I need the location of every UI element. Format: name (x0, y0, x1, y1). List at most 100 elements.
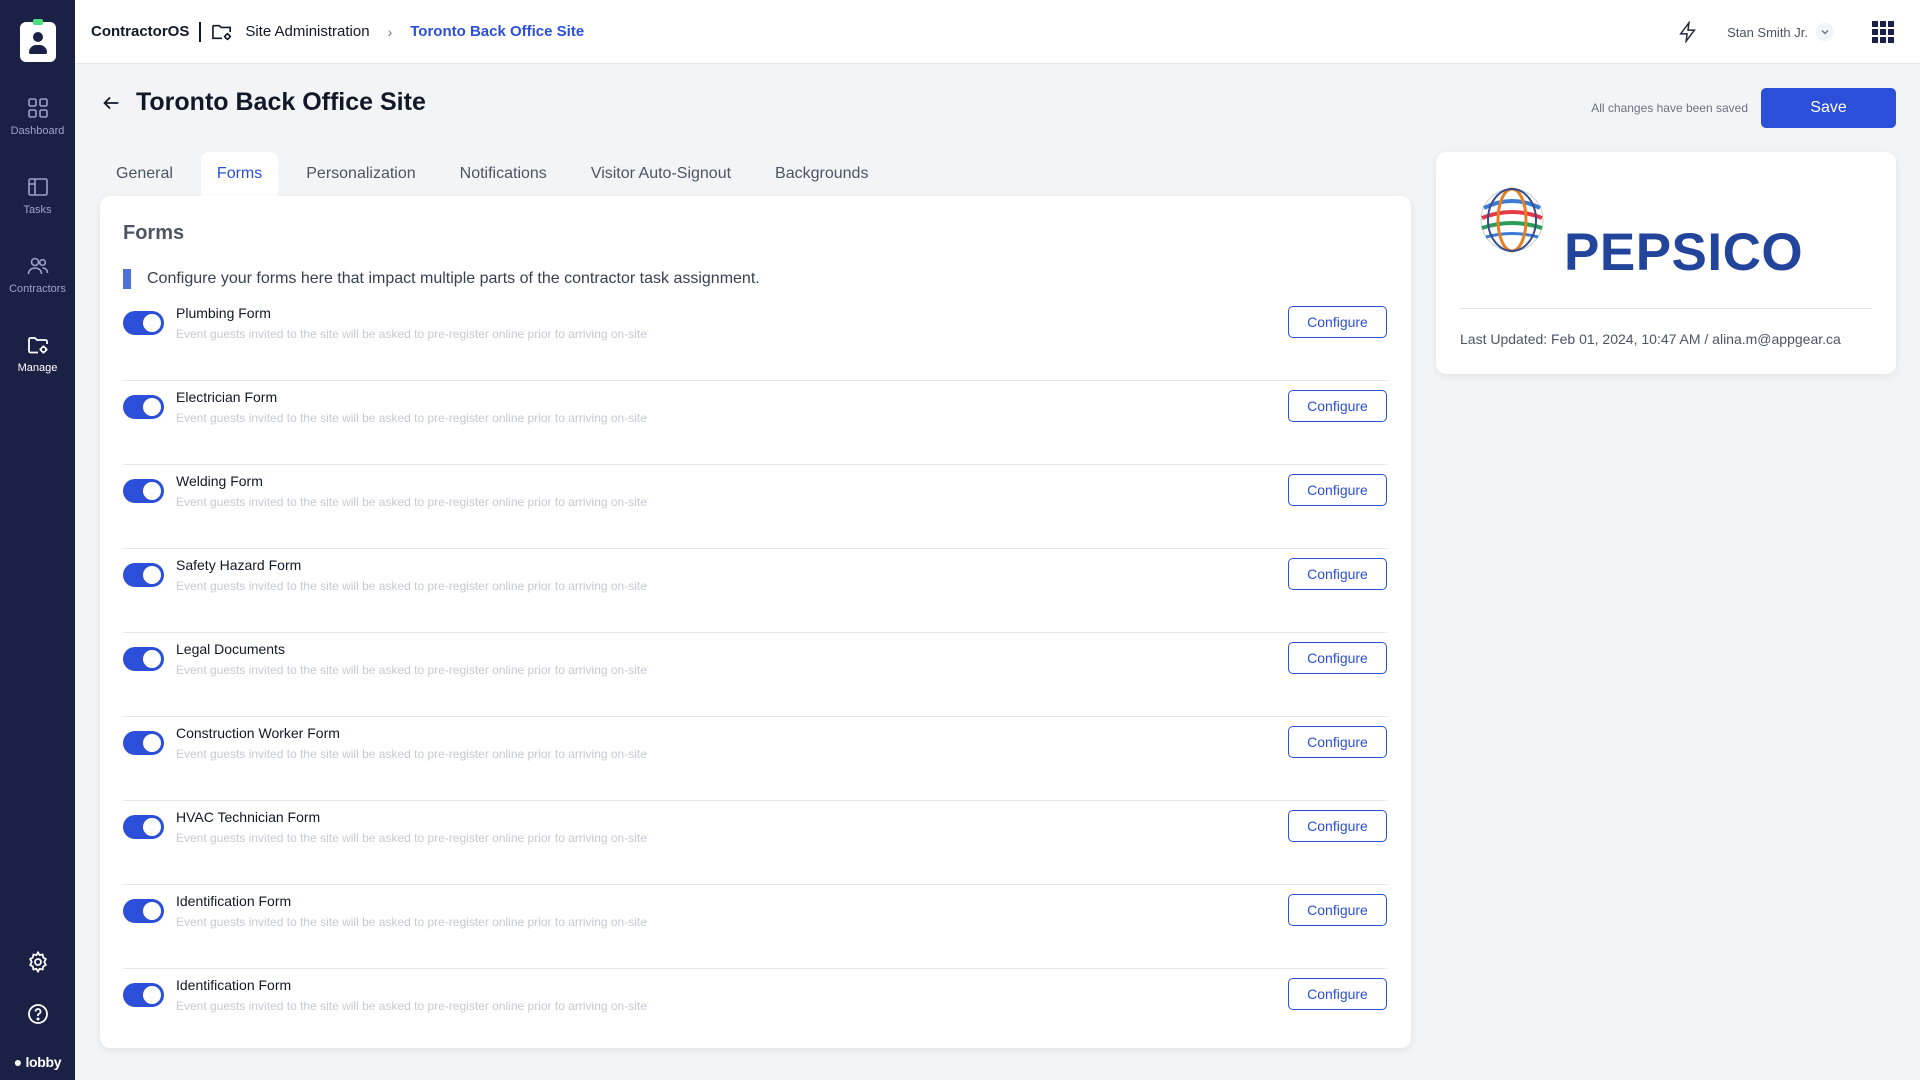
form-subtitle: Event guests invited to the site will be… (176, 663, 647, 677)
form-enabled-toggle[interactable] (123, 983, 164, 1007)
form-subtitle: Event guests invited to the site will be… (176, 831, 647, 845)
chevron-down-icon[interactable] (1816, 23, 1834, 41)
lobby-brand-logo: ● lobby (13, 1054, 62, 1070)
configure-button[interactable]: Configure (1288, 558, 1387, 590)
configure-button[interactable]: Configure (1288, 642, 1387, 674)
form-enabled-toggle[interactable] (123, 647, 164, 671)
tasks-icon (27, 178, 48, 196)
sidebar-item-label: Manage (17, 362, 58, 374)
topbar-actions: Stan Smith Jr. (1677, 0, 1920, 64)
gear-icon[interactable] (26, 950, 50, 974)
sidebar-item-tasks[interactable]: Tasks (0, 175, 75, 216)
configure-button[interactable]: Configure (1288, 474, 1387, 506)
form-list: Plumbing Form Event guests invited to the… (123, 297, 1387, 1053)
back-arrow-icon[interactable] (100, 92, 122, 114)
user-name[interactable]: Stan Smith Jr. (1727, 25, 1808, 40)
form-text: Construction Worker Form Event guests inv… (176, 725, 647, 761)
form-name: Legal Documents (176, 641, 285, 657)
breadcrumb-current[interactable]: Toronto Back Office Site (410, 23, 584, 40)
form-enabled-toggle[interactable] (123, 815, 164, 839)
configure-button[interactable]: Configure (1288, 306, 1387, 338)
form-name: Identification Form (176, 977, 292, 993)
forms-description: Configure your forms here that impact mu… (123, 269, 1387, 289)
form-subtitle: Event guests invited to the site will be… (176, 915, 647, 929)
form-row: Legal Documents Event guests invited to t… (123, 633, 1387, 717)
form-enabled-toggle[interactable] (123, 395, 164, 419)
help-icon[interactable] (26, 1002, 50, 1026)
pepsico-globe-icon (1480, 187, 1544, 253)
tab-notifications[interactable]: Notifications (444, 152, 563, 196)
tabs: General Forms Personalization Notificati… (100, 152, 896, 196)
form-row: Construction Worker Form Event guests inv… (123, 717, 1387, 801)
configure-button[interactable]: Configure (1288, 810, 1387, 842)
form-text: Welding Form Event guests invited to the … (176, 473, 647, 509)
form-enabled-toggle[interactable] (123, 899, 164, 923)
page-header: Toronto Back Office Site (100, 88, 426, 117)
save-button[interactable]: Save (1761, 88, 1896, 128)
tab-personalization[interactable]: Personalization (290, 152, 431, 196)
brand-card: PEPSICO Last Updated: Feb 01, 2024, 10:4… (1436, 152, 1896, 374)
form-row: Safety Hazard Form Event guests invited t… (123, 549, 1387, 633)
configure-button[interactable]: Configure (1288, 894, 1387, 926)
sidebar-item-manage[interactable]: Manage (0, 333, 75, 374)
form-name: Safety Hazard Form (176, 557, 302, 573)
app-logo-icon[interactable] (19, 19, 56, 62)
sidebar-item-dashboard[interactable]: Dashboard (0, 96, 75, 137)
dashboard-icon (27, 98, 48, 118)
form-subtitle: Event guests invited to the site will be… (176, 999, 647, 1013)
apps-grid-icon[interactable] (1872, 21, 1894, 43)
form-subtitle: Event guests invited to the site will be… (176, 747, 647, 761)
form-row: Welding Form Event guests invited to the … (123, 465, 1387, 549)
top-bar: ContractorOS Site Administration › Toron… (75, 0, 1920, 64)
sidebar-bottom: ● lobby (0, 950, 75, 1080)
form-text: Electrician Form Event guests invited to … (176, 389, 647, 425)
form-text: HVAC Technician Form Event guests invited… (176, 809, 647, 845)
form-name: Construction Worker Form (176, 725, 340, 741)
tab-backgrounds[interactable]: Backgrounds (759, 152, 884, 196)
form-name: HVAC Technician Form (176, 809, 321, 825)
form-enabled-toggle[interactable] (123, 479, 164, 503)
page-title: Toronto Back Office Site (136, 88, 426, 116)
form-subtitle: Event guests invited to the site will be… (176, 327, 647, 341)
configure-button[interactable]: Configure (1288, 726, 1387, 758)
form-subtitle: Event guests invited to the site will be… (176, 579, 647, 593)
sidebar-item-label: Contractors (9, 283, 66, 295)
form-text: Safety Hazard Form Event guests invited t… (176, 557, 647, 593)
sidebar-item-contractors[interactable]: Contractors (0, 254, 75, 295)
form-name: Electrician Form (176, 389, 278, 405)
brand-wordmark: PEPSICO (1564, 223, 1804, 282)
chevron-right-icon: › (387, 23, 393, 40)
form-name: Plumbing Form (176, 305, 271, 321)
configure-button[interactable]: Configure (1288, 978, 1387, 1010)
save-status: All changes have been saved (1591, 101, 1748, 115)
tab-general[interactable]: General (100, 152, 189, 196)
form-row: Electrician Form Event guests invited to … (123, 381, 1387, 465)
form-enabled-toggle[interactable] (123, 731, 164, 755)
divider (199, 21, 202, 42)
form-enabled-toggle[interactable] (123, 563, 164, 587)
form-text: Plumbing Form Event guests invited to the… (176, 305, 647, 341)
form-row: HVAC Technician Form Event guests invited… (123, 801, 1387, 885)
forms-description-text: Configure your forms here that impact mu… (147, 270, 760, 287)
brand-logo: PEPSICO (1460, 152, 1872, 309)
form-enabled-toggle[interactable] (123, 311, 164, 335)
sidebar-item-label: Tasks (23, 204, 52, 216)
accent-bar (123, 269, 131, 289)
form-text: Identification Form Event guests invited … (176, 893, 647, 929)
form-row: Identification Form Event guests invited … (123, 969, 1387, 1053)
breadcrumb-site-administration[interactable]: Site Administration (245, 23, 369, 40)
tab-visitor-auto-signout[interactable]: Visitor Auto-Signout (575, 152, 747, 196)
form-row: Plumbing Form Event guests invited to the… (123, 297, 1387, 381)
form-name: Welding Form (176, 473, 263, 489)
configure-button[interactable]: Configure (1288, 390, 1387, 422)
app-name[interactable]: ContractorOS (91, 23, 189, 40)
sidebar: Dashboard Tasks Contractors Manage ● lob… (0, 0, 75, 1080)
form-subtitle: Event guests invited to the site will be… (176, 495, 647, 509)
tab-forms[interactable]: Forms (200, 152, 279, 196)
forms-title: Forms (123, 222, 185, 244)
form-row: Identification Form Event guests invited … (123, 885, 1387, 969)
contractors-icon (27, 257, 48, 275)
form-text: Identification Form Event guests invited … (176, 977, 647, 1013)
bolt-icon[interactable] (1677, 21, 1699, 43)
last-updated: Last Updated: Feb 01, 2024, 10:47 AM / a… (1460, 331, 1841, 347)
